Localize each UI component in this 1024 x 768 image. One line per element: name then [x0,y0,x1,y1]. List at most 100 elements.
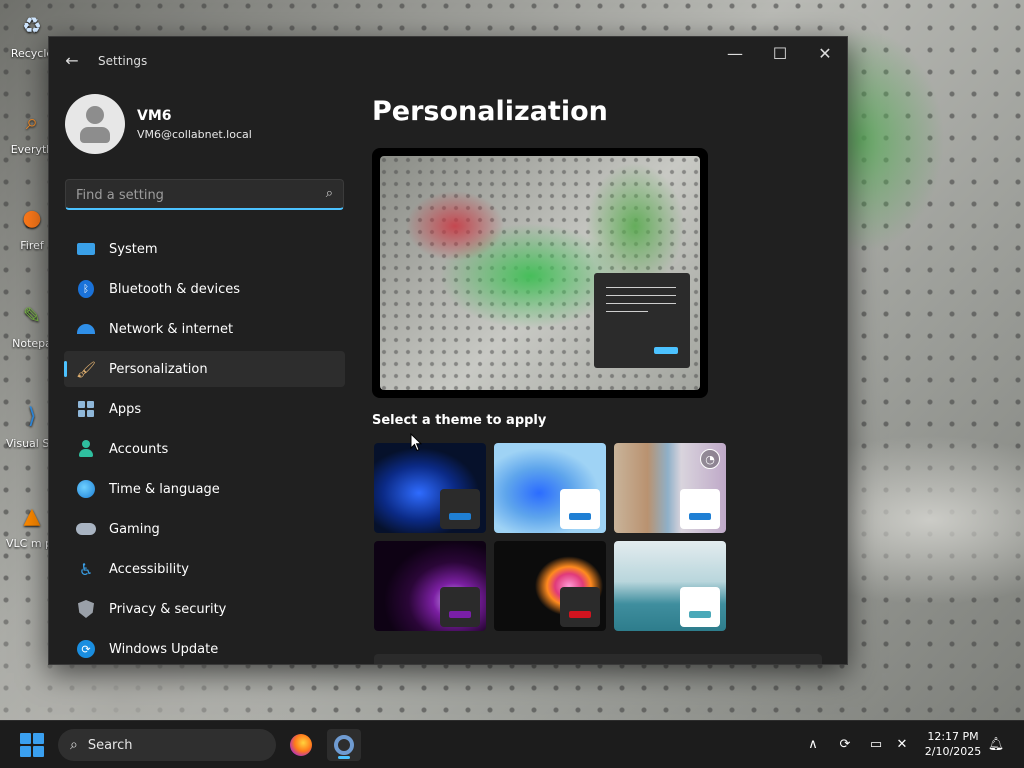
search-icon[interactable]: ⌕ [326,186,333,201]
avatar-head [86,106,104,124]
theme-light-bloom[interactable] [494,443,606,533]
slideshow-icon: ◔ [700,449,720,469]
sidebar-item-gaming[interactable]: Gaming [64,511,345,547]
time-language-icon [76,479,96,499]
back-arrow-icon: ← [65,50,79,70]
sidebar-item-label: Windows Update [109,641,219,657]
apps-icon [76,399,96,419]
windows-update-icon: ⟳ [76,639,96,659]
theme-accent-swatch [569,611,591,618]
network-display-icon[interactable]: ▭ [866,734,886,754]
theme-grid: ◔ [374,443,728,631]
user-name: VM6 [137,108,172,124]
theme-window-preview [560,489,600,529]
settings-window: ← Settings — ☐ ✕ VM6 VM6@collabnet.local… [48,36,848,665]
theme-accent-swatch [689,611,711,618]
theme-flow[interactable] [614,541,726,631]
avatar-body [80,127,110,143]
sidebar-item-label: Network & internet [109,321,234,337]
personalization-brush-icon: 🖌︎ [75,359,97,379]
settings-card[interactable] [374,654,822,664]
firefox-icon [290,734,312,756]
theme-preview [372,148,708,398]
vscode-icon: ⟩ [27,403,37,429]
wallpaper-preview [380,156,700,390]
sidebar-item-accounts[interactable]: Accounts [64,431,345,467]
volume-muted-icon[interactable]: ✕ [892,734,912,754]
everything-search-icon: ⌕ [25,109,39,135]
theme-window-preview [680,489,720,529]
sync-status-icon[interactable]: ⟳ [835,734,855,754]
theme-accent-swatch [449,513,471,520]
taskbar: ⌕ Search ∧ ⟳ ▭ ✕ 12:17 PM 2/10/2025 🔔︎ [0,720,1024,768]
sidebar-item-accessibility[interactable]: ♿︎ Accessibility [64,551,345,587]
system-clock[interactable]: 12:17 PM 2/10/2025 [916,729,990,759]
sidebar-item-privacy-security[interactable]: Privacy & security [64,591,345,627]
notification-bell-icon[interactable]: 🔔︎ [986,734,1006,754]
sidebar-item-windows-update[interactable]: ⟳ Windows Update [64,631,345,664]
sidebar-item-label: Personalization [109,361,208,377]
sidebar-item-system[interactable]: System [64,231,345,267]
theme-dark-bloom[interactable] [374,443,486,533]
maximize-button[interactable]: ☐ [757,37,803,69]
sidebar-item-label: Accounts [109,441,169,457]
avatar[interactable] [65,94,125,154]
user-email: VM6@collabnet.local [137,128,252,141]
sidebar-item-label: Apps [109,401,142,417]
clock-time: 12:17 PM [927,730,979,743]
window-title: Settings [98,54,148,68]
minimize-button[interactable]: — [712,37,758,69]
sidebar-item-label: Time & language [109,481,220,497]
sidebar-item-label: Bluetooth & devices [109,281,240,297]
maximize-icon: ☐ [772,43,788,63]
sidebar-item-personalization[interactable]: 🖌︎ Personalization [64,351,345,387]
theme-spotlight[interactable]: ◔ [614,443,726,533]
start-button[interactable] [20,733,44,757]
taskbar-settings[interactable] [327,729,361,761]
sidebar-item-bluetooth-devices[interactable]: ᛒ Bluetooth & devices [64,271,345,307]
theme-glow[interactable] [374,541,486,631]
theme-window-preview [440,489,480,529]
gear-icon [334,735,354,755]
notepad-icon: ✎ [22,303,42,329]
sidebar-item-network-internet[interactable]: Network & internet [64,311,345,347]
sidebar-item-time-language[interactable]: Time & language [64,471,345,507]
network-icon [76,319,96,339]
sidebar-nav: System ᛒ Bluetooth & devices Network & inte… [64,231,345,664]
taskbar-search[interactable]: ⌕ Search [58,729,276,761]
theme-window-preview [560,587,600,627]
close-button[interactable]: ✕ [802,37,847,69]
clock-date: 2/10/2025 [924,745,982,758]
theme-accent-swatch [449,611,471,618]
theme-accent-swatch [689,513,711,520]
page-title: Personalization [372,96,608,127]
sidebar-item-label: System [109,241,158,257]
theme-captured-motion[interactable] [494,541,606,631]
system-icon [76,239,96,259]
taskbar-search-label: Search [87,737,133,753]
search-input[interactable] [76,186,306,204]
accounts-icon [76,439,96,459]
firefox-icon: ● [22,205,42,231]
tray-overflow-chevron-icon[interactable]: ∧ [803,734,823,754]
title-bar: ← Settings — ☐ ✕ [49,37,847,85]
preview-accent-button [654,347,678,354]
back-button[interactable]: ← [61,49,83,71]
taskbar-firefox[interactable] [284,729,318,761]
gaming-controller-icon [76,519,96,539]
find-setting-box: ⌕ [65,179,344,210]
search-icon: ⌕ [70,737,78,753]
sidebar-item-apps[interactable]: Apps [64,391,345,427]
privacy-shield-icon [76,599,96,619]
theme-window-preview [440,587,480,627]
vlc-icon: ▲ [23,503,41,529]
preview-mock-window [594,273,690,368]
sidebar-item-label: Accessibility [109,561,189,577]
bluetooth-icon: ᛒ [76,279,96,299]
close-icon: ✕ [818,43,832,63]
sidebar-item-label: Privacy & security [109,601,227,617]
minimize-icon: — [727,43,743,63]
recycle-bin-icon: ♻ [22,13,42,39]
accessibility-icon: ♿︎ [78,559,94,579]
theme-section-label: Select a theme to apply [372,413,547,428]
